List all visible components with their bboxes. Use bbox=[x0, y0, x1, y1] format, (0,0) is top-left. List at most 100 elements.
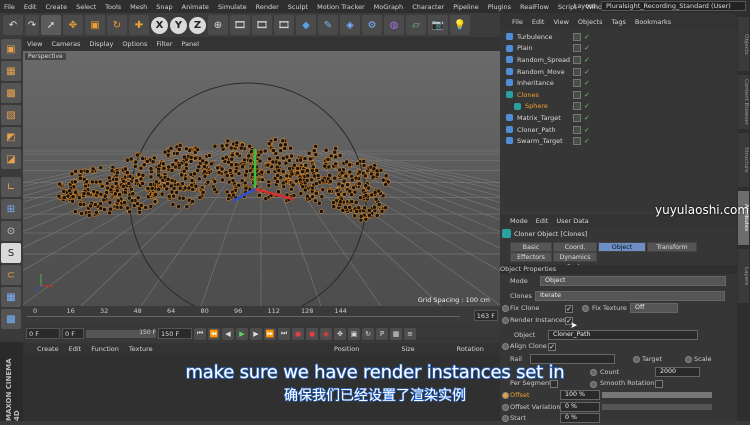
array-icon[interactable]: ⚙ bbox=[362, 15, 382, 35]
coordinate-system-icon[interactable]: ⊕ bbox=[208, 15, 228, 35]
texture-mode-icon[interactable]: ▦ bbox=[1, 61, 21, 81]
subdivision-icon[interactable]: ◈ bbox=[340, 15, 360, 35]
enabled-check-icon[interactable]: ✓ bbox=[584, 79, 590, 87]
locked-icon[interactable]: ▩ bbox=[1, 309, 21, 329]
enabled-check-icon[interactable]: ✓ bbox=[584, 91, 590, 99]
menu-create[interactable]: Create bbox=[45, 3, 67, 11]
y-axis-toggle[interactable]: Y bbox=[170, 16, 187, 34]
menu-tools[interactable]: Tools bbox=[105, 3, 121, 11]
clones-dropdown[interactable]: Iterate bbox=[535, 291, 725, 301]
snap-icon[interactable]: ⊙ bbox=[1, 221, 21, 241]
menu-mesh[interactable]: Mesh bbox=[130, 3, 147, 11]
object-name[interactable]: Inheritance bbox=[517, 79, 554, 87]
visibility-toggle[interactable] bbox=[573, 79, 581, 88]
render-settings-icon[interactable]: 🎞 bbox=[274, 15, 294, 35]
viewport-menu-options[interactable]: Options bbox=[122, 40, 147, 48]
tab-transform[interactable]: Transform bbox=[647, 242, 697, 252]
material-menu-texture[interactable]: Texture bbox=[129, 345, 153, 353]
enabled-check-icon[interactable]: ✓ bbox=[584, 33, 590, 41]
add-icon[interactable]: ✚ bbox=[129, 15, 149, 35]
edges-mode-icon[interactable]: ◩ bbox=[1, 127, 21, 147]
timeline-menu-icon[interactable]: ≡ bbox=[404, 327, 416, 340]
model-mode-icon[interactable]: ▣ bbox=[1, 39, 21, 59]
goto-start-icon[interactable]: ⏮ bbox=[194, 327, 206, 340]
light-icon[interactable]: 💡 bbox=[450, 15, 470, 35]
object-row[interactable]: Random_Move ✓ bbox=[500, 66, 737, 78]
undo-icon[interactable]: ↶ bbox=[3, 15, 23, 35]
object-menu-file[interactable]: File bbox=[512, 18, 523, 26]
menu-edit[interactable]: Edit bbox=[24, 3, 37, 11]
align-clone-checkbox[interactable]: ✓ bbox=[548, 343, 556, 351]
tab-effectors[interactable]: Effectors bbox=[510, 252, 552, 262]
side-tab-content-browser[interactable]: Content Browser bbox=[738, 75, 749, 129]
param-key-icon[interactable]: P bbox=[376, 327, 388, 340]
enabled-check-icon[interactable]: ✓ bbox=[584, 137, 590, 145]
magnet-icon[interactable]: ⊂ bbox=[1, 265, 21, 285]
enabled-check-icon[interactable]: ✓ bbox=[584, 68, 590, 76]
object-row[interactable]: Swarm_Target ✓ bbox=[500, 135, 737, 147]
layout-selector[interactable]: Layout: Pluralsight_Recording_Standard (… bbox=[574, 1, 746, 11]
object-name[interactable]: Random_Spread bbox=[517, 56, 570, 64]
attribute-menu-edit[interactable]: Edit bbox=[536, 217, 549, 225]
object-menu-tags[interactable]: Tags bbox=[611, 18, 625, 26]
side-tab-attributes[interactable]: Attributes bbox=[738, 191, 749, 245]
position-key-icon[interactable]: ✥ bbox=[334, 327, 346, 340]
visibility-toggle[interactable] bbox=[573, 90, 581, 99]
viewport-menu-cameras[interactable]: Cameras bbox=[51, 40, 80, 48]
side-tab-structure[interactable]: Structure bbox=[738, 133, 749, 187]
visibility-toggle[interactable] bbox=[573, 67, 581, 76]
next-frame-icon[interactable]: ▶ bbox=[250, 327, 262, 340]
polygons-mode-icon[interactable]: ◪ bbox=[1, 149, 21, 169]
enabled-check-icon[interactable]: ✓ bbox=[584, 126, 590, 134]
pla-key-icon[interactable]: ▦ bbox=[390, 327, 402, 340]
keyframe-selection-icon[interactable]: ◉ bbox=[320, 327, 332, 340]
side-tab-layers[interactable]: Layers bbox=[738, 249, 749, 303]
tweak-mode-icon[interactable]: ⊞ bbox=[1, 199, 21, 219]
prev-frame-icon[interactable]: ◀ bbox=[222, 327, 234, 340]
object-row[interactable]: Turbulence ✓ bbox=[500, 31, 737, 43]
visibility-toggle[interactable] bbox=[573, 55, 581, 64]
scale-icon[interactable]: ▣ bbox=[85, 15, 105, 35]
object-menu-view[interactable]: View bbox=[553, 18, 568, 26]
x-axis-toggle[interactable]: X bbox=[151, 16, 168, 34]
floor-icon[interactable]: ▱ bbox=[406, 15, 426, 35]
menu-realflow[interactable]: RealFlow bbox=[520, 3, 549, 11]
fix-clone-checkbox[interactable]: ✓ bbox=[565, 305, 573, 313]
attribute-menu-user-data[interactable]: User Data bbox=[556, 217, 588, 225]
camera-icon[interactable]: 📷 bbox=[428, 15, 448, 35]
object-name[interactable]: Random_Move bbox=[517, 68, 565, 76]
menu-snap[interactable]: Snap bbox=[156, 3, 172, 11]
object-menu-edit[interactable]: Edit bbox=[532, 18, 545, 26]
object-row[interactable]: Random_Spread ✓ bbox=[500, 54, 737, 66]
goto-end-icon[interactable]: ⏭ bbox=[278, 327, 290, 340]
viewport-menu-view[interactable]: View bbox=[27, 40, 42, 48]
next-key-icon[interactable]: ⏩ bbox=[264, 327, 276, 340]
axis-mode-icon[interactable]: ∟ bbox=[1, 177, 21, 197]
viewport-menu-display[interactable]: Display bbox=[89, 40, 113, 48]
menu-character[interactable]: Character bbox=[412, 3, 444, 11]
object-name[interactable]: Cloner_Path bbox=[517, 126, 556, 134]
menu-select[interactable]: Select bbox=[76, 3, 96, 11]
menu-animate[interactable]: Animate bbox=[182, 3, 209, 11]
menu-motion-tracker[interactable]: Motion Tracker bbox=[317, 3, 365, 11]
viewport[interactable]: Perspective Grid Spacing : 100 cm bbox=[23, 51, 500, 306]
menu-sculpt[interactable]: Sculpt bbox=[288, 3, 308, 11]
object-menu-objects[interactable]: Objects bbox=[578, 18, 603, 26]
enabled-check-icon[interactable]: ✓ bbox=[584, 102, 590, 110]
pen-icon[interactable]: ✎ bbox=[318, 15, 338, 35]
object-row[interactable]: Clones ✓ bbox=[500, 89, 737, 101]
enabled-check-icon[interactable]: ✓ bbox=[584, 56, 590, 64]
visibility-toggle[interactable] bbox=[573, 32, 581, 41]
object-menu-bookmarks[interactable]: Bookmarks bbox=[635, 18, 671, 26]
play-icon[interactable]: ▶ bbox=[236, 327, 248, 340]
enabled-check-icon[interactable]: ✓ bbox=[584, 114, 590, 122]
object-row[interactable]: Cloner_Path ✓ bbox=[500, 124, 737, 136]
grid-icon[interactable]: ▦ bbox=[1, 287, 21, 307]
tab-coord[interactable]: Coord. bbox=[553, 242, 597, 252]
material-menu-create[interactable]: Create bbox=[37, 345, 59, 353]
object-row[interactable]: Plain ✓ bbox=[500, 43, 737, 55]
end-frame-field[interactable]: 150 F bbox=[158, 328, 192, 339]
attribute-menu-mode[interactable]: Mode bbox=[510, 217, 528, 225]
preview-range-slider[interactable]: 150 F bbox=[86, 329, 156, 338]
select-arrow-icon[interactable]: ➚ bbox=[41, 15, 61, 35]
